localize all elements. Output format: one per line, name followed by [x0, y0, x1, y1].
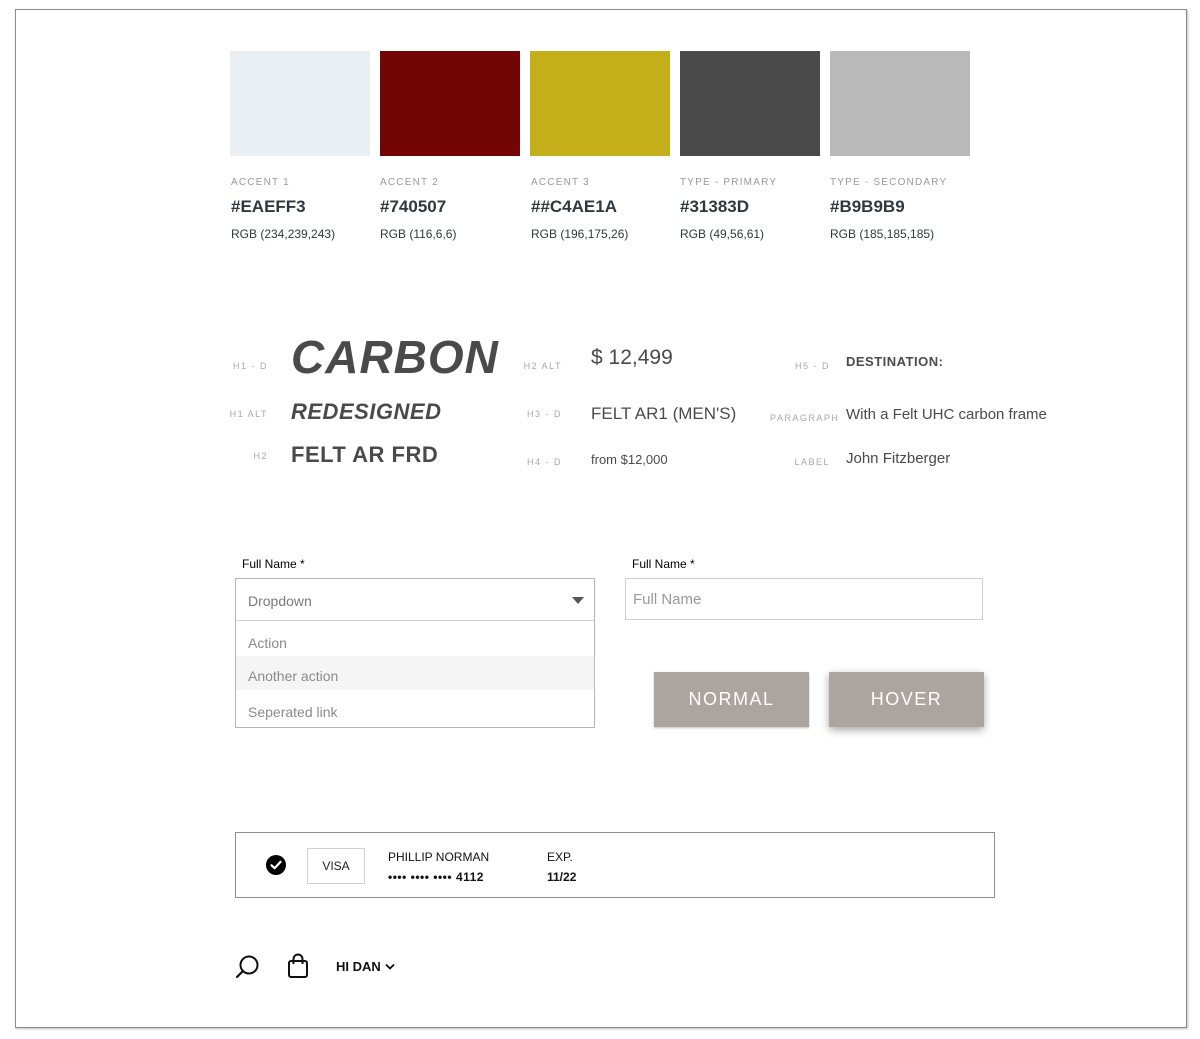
- swatch-hex: #EAEFF3: [231, 197, 306, 216]
- swatch-hex: ##C4AE1A: [531, 197, 617, 216]
- card-number: •••• •••• •••• 4112: [388, 870, 484, 884]
- dropdown-option-label: Action: [248, 635, 287, 651]
- card-holder-name: PHILLIP NORMAN: [388, 850, 490, 864]
- full-name-dropdown[interactable]: Dropdown: [235, 578, 595, 621]
- swatch-accent-3: [530, 51, 670, 156]
- user-greeting[interactable]: HI DAN: [336, 959, 381, 974]
- swatch-accent-1: [230, 51, 370, 156]
- card-number-mask: •••• •••• ••••: [388, 870, 453, 884]
- swatch-type-secondary: [830, 51, 970, 156]
- full-name-input[interactable]: [625, 578, 983, 620]
- card-brand-badge: VISA: [307, 848, 365, 884]
- swatch-caption: ACCENT 3: [531, 177, 590, 188]
- search-icon[interactable]: [234, 953, 262, 986]
- type-tag-h1: H1 - D: [232, 361, 268, 371]
- type-tag-h2: H2: [253, 451, 268, 461]
- swatch-hex: #B9B9B9: [830, 197, 905, 216]
- type-sample-h4: from $12,000: [591, 452, 668, 467]
- type-sample-label: John Fitzberger: [846, 450, 951, 467]
- type-sample-h3: FELT AR1 (MEN'S): [591, 404, 737, 423]
- type-sample-paragraph: With a Felt UHC carbon frame: [846, 406, 1047, 423]
- check-circle-icon[interactable]: [266, 855, 286, 875]
- type-tag-paragraph: PARAGRAPH: [770, 413, 840, 423]
- swatch-caption: ACCENT 2: [380, 177, 439, 188]
- swatch-hex: #31383D: [680, 197, 750, 216]
- swatch-rgb: RGB (185,185,185): [830, 227, 935, 241]
- type-tag-h3: H3 - D: [526, 409, 562, 419]
- swatch-caption: ACCENT 1: [231, 177, 290, 188]
- dropdown-label: Full Name *: [242, 557, 305, 571]
- type-sample-h2-alt: $ 12,499: [591, 346, 673, 369]
- dropdown-option-action[interactable]: Action: [236, 623, 594, 657]
- caret-down-icon: [572, 597, 584, 604]
- saved-payment-card[interactable]: VISA PHILLIP NORMAN •••• •••• •••• 4112 …: [235, 832, 995, 898]
- swatch-accent-2: [380, 51, 520, 156]
- dropdown-selected-value: Dropdown: [248, 593, 312, 609]
- type-sample-h1: CARBON: [291, 331, 499, 383]
- type-sample-h5: DESTINATION:: [846, 354, 944, 369]
- swatch-rgb: RGB (234,239,243): [231, 227, 336, 241]
- normal-state-button[interactable]: NORMAL: [654, 672, 809, 727]
- dropdown-option-another-action[interactable]: Another action: [236, 656, 594, 690]
- hover-state-button[interactable]: HOVER: [829, 672, 984, 727]
- card-exp-label: EXP.: [547, 850, 573, 864]
- full-name-label: Full Name *: [632, 557, 695, 571]
- type-tag-label: LABEL: [794, 457, 830, 467]
- swatch-rgb: RGB (116,6,6): [380, 227, 457, 241]
- swatch-rgb: RGB (49,56,61): [680, 227, 765, 241]
- type-tag-h1-alt: H1 ALT: [229, 409, 268, 419]
- type-sample-h2: FELT AR FRD: [291, 442, 439, 467]
- swatch-caption: TYPE - PRIMARY: [680, 177, 778, 188]
- card-number-last4: 4112: [455, 870, 484, 884]
- swatch-hex: #740507: [380, 197, 447, 216]
- dropdown-option-label: Another action: [248, 668, 339, 684]
- card-exp-value: 11/22: [547, 870, 577, 884]
- type-tag-h4: H4 - D: [526, 457, 562, 467]
- swatch-caption: TYPE - SECONDARY: [830, 177, 948, 188]
- dropdown-option-label: Seperated link: [248, 704, 338, 720]
- chevron-down-icon[interactable]: [384, 960, 396, 978]
- type-tag-h5: H5 - D: [794, 361, 830, 371]
- type-sample-h1-alt: REDESIGNED: [291, 399, 442, 424]
- dropdown-option-separated-link[interactable]: Seperated link: [236, 692, 594, 726]
- swatch-rgb: RGB (196,175,26): [531, 227, 629, 241]
- type-tag-h2-alt: H2 ALT: [523, 361, 562, 371]
- shopping-bag-icon[interactable]: [286, 952, 310, 985]
- dropdown-menu: Action Another action Seperated link: [235, 620, 595, 728]
- swatch-type-primary: [680, 51, 820, 156]
